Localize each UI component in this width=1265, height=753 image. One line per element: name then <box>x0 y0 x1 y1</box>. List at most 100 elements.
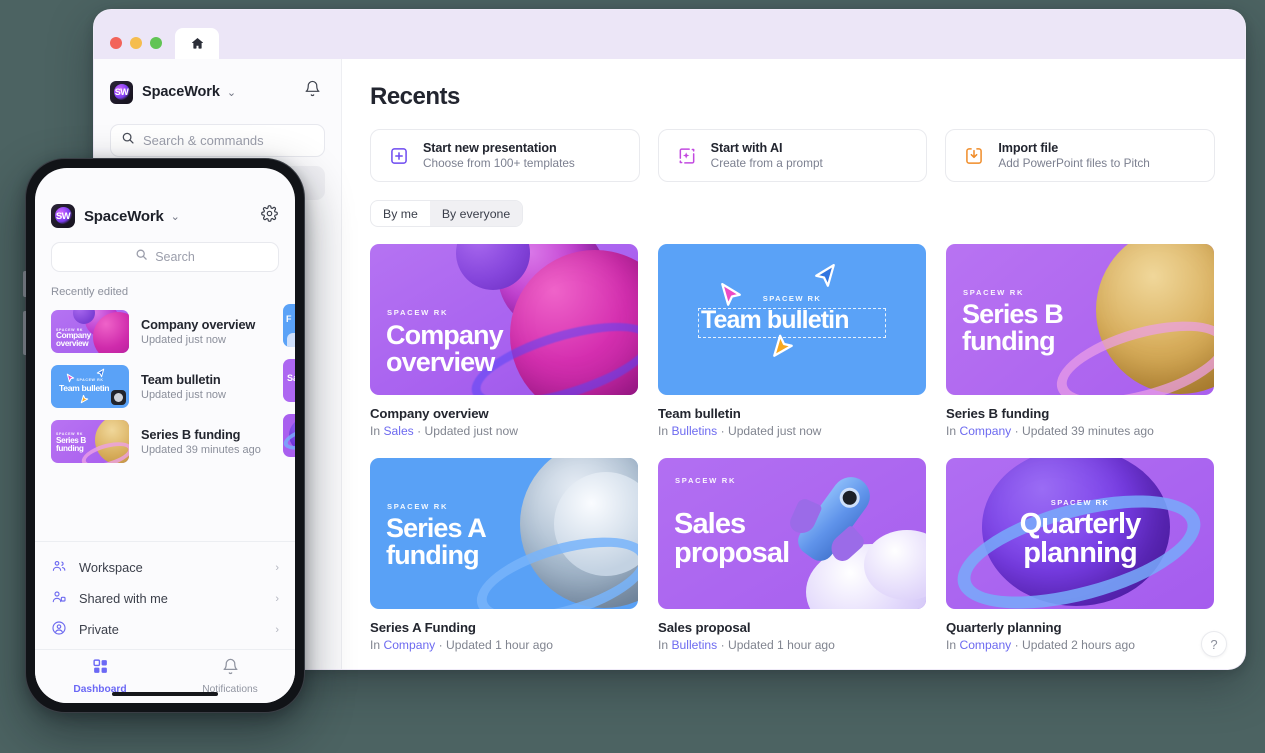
mobile-section-label: Recently edited <box>51 286 129 298</box>
thumb-brand: SPACEW RK <box>387 308 449 317</box>
chevron-down-icon: ⌄ <box>170 210 180 223</box>
list-item[interactable]: SPACEW RK Team bulletin Team bulletin Up… <box>35 359 295 414</box>
mobile-header: SW SpaceWork ⌄ Search <box>35 168 295 272</box>
card-meta: In Bulletins · Updated just now <box>658 424 926 438</box>
thumb-title: Quarterly planning <box>1019 508 1142 569</box>
card-updated: Updated 1 hour ago <box>446 638 553 652</box>
card-in-label: In <box>658 424 669 438</box>
card-thumbnail[interactable]: SPACEW RK Company overview <box>370 244 638 395</box>
mobile-search-input[interactable]: Search <box>51 242 279 272</box>
search-icon <box>135 248 148 266</box>
workspace-logo-text: SW <box>114 87 129 97</box>
card-in-label: In <box>658 638 669 652</box>
card-updated: Updated 1 hour ago <box>727 638 835 652</box>
tab-home[interactable] <box>175 28 219 59</box>
workspace-switcher[interactable]: SW SpaceWork ⌄ <box>110 77 325 107</box>
card-location-link[interactable]: Sales <box>383 424 413 438</box>
list-item[interactable]: SPACEW RK Series B funding Series B fund… <box>35 414 295 469</box>
list-item-thumbnail: SPACEW RK Team bulletin <box>51 365 129 408</box>
card-sales-proposal[interactable]: SPACEW RK Sales proposal Sales proposal … <box>658 458 926 652</box>
search-input[interactable]: Search & commands <box>110 124 325 157</box>
cursor-pink-icon <box>716 281 746 316</box>
card-separator: · <box>720 424 725 438</box>
mobile-device-frame: SW SpaceWork ⌄ Search Recently edited SP… <box>23 158 305 713</box>
action-card-start-new-presentation[interactable]: Start new presentation Choose from 100+ … <box>370 129 640 182</box>
workspace-logo-text: SW <box>55 210 71 222</box>
grid-squares-icon <box>92 658 109 680</box>
card-thumbnail[interactable]: SPACEW RK Series A funding <box>370 458 638 609</box>
card-title: Series A Funding <box>370 620 476 635</box>
card-title: Series B funding <box>946 406 1050 421</box>
card-in-label: In <box>370 638 381 652</box>
thumb-brand: SPACEW RK <box>963 288 1025 297</box>
mobile-screen: SW SpaceWork ⌄ Search Recently edited SP… <box>35 168 295 703</box>
nav-item-shared-with-me[interactable]: Shared with me › <box>51 583 279 614</box>
card-separator: · <box>1014 638 1019 652</box>
list-item[interactable]: SPACEW RK Company overview Company overv… <box>35 304 295 359</box>
mobile-search-placeholder: Search <box>155 250 195 264</box>
card-location-link[interactable]: Bulletins <box>671 424 717 438</box>
card-title: Sales proposal <box>658 620 751 635</box>
card-separator: · <box>1014 424 1019 438</box>
action-title: Start with AI <box>710 141 783 155</box>
list-item-thumbnail: SPACEW RK Series B funding <box>51 420 129 463</box>
notifications-button[interactable] <box>299 78 325 104</box>
card-quarterly-planning[interactable]: SPACEW RK Quarterly planning Quarterly p… <box>946 458 1214 652</box>
card-location-link[interactable]: Company <box>959 638 1011 652</box>
mobile-recent-list: SPACEW RK Company overview Company overv… <box>35 298 295 541</box>
thumb-title: Company overview <box>56 331 91 349</box>
card-updated: Updated 2 hours ago <box>1022 638 1135 652</box>
settings-button[interactable] <box>259 205 279 226</box>
card-meta: In Company · Updated 1 hour ago <box>370 638 638 652</box>
action-card-start-with-ai[interactable]: Start with AI Create from a prompt <box>657 129 928 182</box>
workspace-name: SpaceWork <box>142 84 220 100</box>
action-card-import-file[interactable]: Import file Add PowerPoint files to Pitc… <box>945 129 1216 182</box>
import-download-icon <box>963 145 985 167</box>
chevron-down-icon: ⌄ <box>226 86 237 99</box>
card-meta: In Company · Updated 2 hours ago <box>946 638 1214 652</box>
action-title: Start new presentation <box>423 141 557 155</box>
card-thumbnail[interactable]: SPACEW RK Sales proposal <box>658 458 926 609</box>
card-series-a-funding[interactable]: SPACEW RK Series A funding Series A Fund… <box>370 458 638 652</box>
help-button[interactable]: ? <box>1201 631 1227 657</box>
mobile-workspace-switcher[interactable]: SW SpaceWork ⌄ <box>51 204 279 228</box>
card-location-link[interactable]: Company <box>383 638 435 652</box>
action-title: Import file <box>998 141 1059 155</box>
close-window-button[interactable] <box>110 37 122 49</box>
card-series-b-funding[interactable]: SPACEW RK Series B funding Series B fund… <box>946 244 1214 438</box>
filter-by-everyone[interactable]: By everyone <box>429 201 523 226</box>
card-company-overview[interactable]: SPACEW RK Company overview Company overv… <box>370 244 638 438</box>
card-title: Company overview <box>370 406 489 421</box>
offscreen-thumbnail: F <box>283 304 295 347</box>
nav-item-label: Workspace <box>79 560 143 575</box>
plus-square-icon <box>388 145 410 167</box>
tab-notifications[interactable]: Notifications <box>165 658 295 695</box>
filter-segmented-control[interactable]: By me By everyone <box>370 200 524 227</box>
window-traffic-lights[interactable] <box>110 37 162 49</box>
card-team-bulletin[interactable]: SPACEW RK Team bulletin Team bulletin In… <box>658 244 926 438</box>
shared-people-icon <box>51 589 67 608</box>
list-item-title: Company overview <box>141 317 256 332</box>
offscreen-thumbnail <box>283 414 295 457</box>
card-updated: Updated just now <box>424 424 518 438</box>
filter-by-me[interactable]: By me <box>371 201 430 226</box>
chevron-right-icon: › <box>275 592 279 605</box>
card-thumbnail[interactable]: SPACEW RK Team bulletin <box>658 244 926 395</box>
workspace-logo-icon: SW <box>110 80 133 104</box>
bell-icon <box>222 658 239 680</box>
list-item-updated: Updated just now <box>141 334 226 346</box>
card-location-link[interactable]: Bulletins <box>671 638 717 652</box>
nav-item-private[interactable]: Private › <box>51 614 279 645</box>
card-thumbnail[interactable]: SPACEW RK Quarterly planning <box>946 458 1214 609</box>
minimize-window-button[interactable] <box>130 37 142 49</box>
chevron-right-icon: › <box>275 561 279 574</box>
thumb-title: Sa <box>287 373 295 383</box>
card-separator: · <box>438 638 443 652</box>
nav-item-workspace[interactable]: Workspace › <box>51 552 279 583</box>
thumb-title: Series B funding <box>56 436 86 454</box>
tab-dashboard[interactable]: Dashboard <box>35 658 165 695</box>
card-thumbnail[interactable]: SPACEW RK Series B funding <box>946 244 1214 395</box>
card-location-link[interactable]: Company <box>959 424 1011 438</box>
workspace-logo-icon: SW <box>51 204 75 228</box>
maximize-window-button[interactable] <box>150 37 162 49</box>
